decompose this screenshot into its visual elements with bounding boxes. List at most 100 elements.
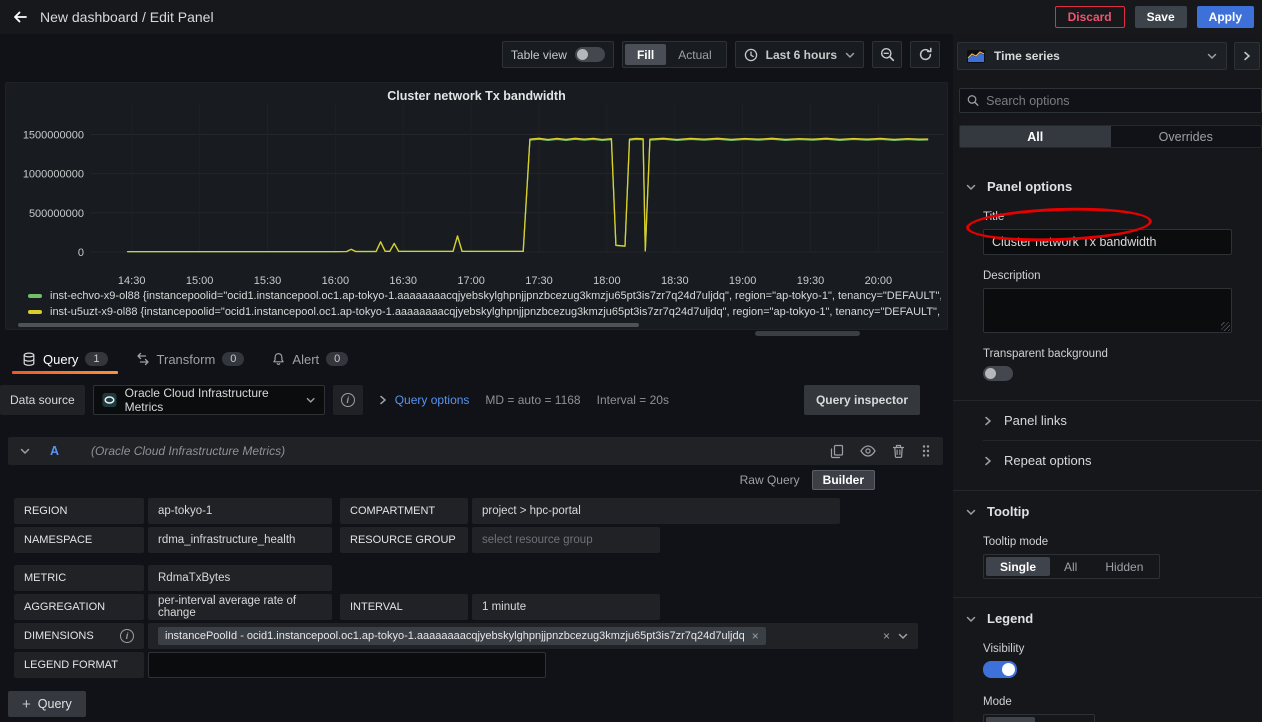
metric-select[interactable]: RdmaTxBytes bbox=[148, 565, 332, 591]
legend-visibility-toggle[interactable] bbox=[983, 661, 1017, 678]
query-header-row[interactable]: A (Oracle Cloud Infrastructure Metrics) bbox=[8, 437, 943, 465]
svg-text:0: 0 bbox=[78, 247, 84, 259]
interval-select[interactable]: 1 minute bbox=[472, 594, 660, 620]
visualization-picker[interactable]: Time series bbox=[957, 42, 1227, 70]
panel-links-row[interactable]: Panel links bbox=[953, 401, 1262, 440]
tab-all-options[interactable]: All bbox=[960, 126, 1111, 147]
chevron-down-icon[interactable] bbox=[20, 447, 30, 455]
transparent-background-toggle[interactable] bbox=[983, 366, 1013, 381]
discard-button[interactable]: Discard bbox=[1055, 6, 1125, 28]
interval-text: Interval = 20s bbox=[597, 393, 669, 407]
panel-description-textarea[interactable] bbox=[983, 288, 1232, 333]
form-row-aggregation: AGGREGATION per-interval average rate of… bbox=[14, 594, 943, 620]
add-query-button[interactable]: + Query bbox=[8, 691, 86, 717]
search-icon bbox=[967, 94, 979, 107]
svg-text:20:00: 20:00 bbox=[865, 275, 893, 287]
legend-header[interactable]: Legend bbox=[953, 598, 1262, 628]
tab-overrides[interactable]: Overrides bbox=[1111, 126, 1262, 147]
datasource-name: Oracle Cloud Infrastructure Metrics bbox=[125, 386, 299, 414]
dimensions-label: DIMENSIONS i bbox=[14, 623, 144, 649]
chevron-down-icon bbox=[966, 615, 976, 623]
horizontal-scrollbar[interactable] bbox=[755, 331, 860, 336]
tooltip-mode-hidden[interactable]: Hidden bbox=[1091, 557, 1157, 576]
save-button[interactable]: Save bbox=[1135, 6, 1187, 28]
tooltip-header[interactable]: Tooltip bbox=[953, 491, 1262, 521]
namespace-select[interactable]: rdma_infrastructure_health bbox=[148, 527, 332, 553]
legend-mode-table[interactable]: Table bbox=[1035, 717, 1092, 722]
drag-handle[interactable] bbox=[921, 444, 931, 458]
dimensions-select-controls: × bbox=[883, 629, 908, 643]
panel-links-label: Panel links bbox=[1004, 413, 1067, 428]
tab-alert-label: Alert bbox=[292, 352, 319, 367]
svg-text:17:00: 17:00 bbox=[457, 275, 485, 287]
chevron-down-icon[interactable] bbox=[898, 632, 908, 640]
chevron-down-icon bbox=[845, 51, 855, 59]
options-search-input[interactable] bbox=[986, 94, 1254, 108]
datasource-help-button[interactable]: i bbox=[333, 385, 363, 415]
tooltip-mode-single[interactable]: Single bbox=[986, 557, 1050, 576]
page-title: New dashboard / Edit Panel bbox=[40, 9, 214, 25]
tooltip-header-label: Tooltip bbox=[987, 504, 1029, 519]
hide-query-button[interactable] bbox=[860, 445, 876, 457]
dimensions-label-text: DIMENSIONS bbox=[24, 630, 94, 642]
form-row-dimensions: DIMENSIONS i instancePoolId - ocid1.inst… bbox=[14, 623, 943, 649]
svg-text:17:30: 17:30 bbox=[525, 275, 553, 287]
tab-transform-count: 0 bbox=[222, 352, 244, 366]
legend-mode-list[interactable]: List bbox=[986, 717, 1035, 722]
table-view-control: Table view bbox=[502, 41, 614, 68]
compartment-select[interactable]: project > hpc-portal bbox=[472, 498, 840, 524]
eye-icon bbox=[860, 445, 876, 457]
tooltip-mode-all[interactable]: All bbox=[1050, 557, 1091, 576]
chevron-right-icon bbox=[984, 456, 992, 466]
refresh-button[interactable] bbox=[910, 41, 940, 68]
raw-query-button[interactable]: Raw Query bbox=[734, 471, 806, 489]
table-view-toggle[interactable] bbox=[575, 47, 605, 62]
fill-button[interactable]: Fill bbox=[625, 44, 666, 65]
svg-text:16:00: 16:00 bbox=[322, 275, 350, 287]
query-options-toggle[interactable]: Query options bbox=[395, 393, 470, 407]
time-range-picker[interactable]: Last 6 hours bbox=[735, 41, 864, 68]
remove-query-button[interactable] bbox=[892, 444, 905, 458]
form-row-namespace: NAMESPACE rdma_infrastructure_health RES… bbox=[14, 527, 943, 553]
namespace-label: NAMESPACE bbox=[14, 527, 144, 553]
datasource-picker[interactable]: Oracle Cloud Infrastructure Metrics bbox=[93, 385, 325, 415]
remove-dimension-icon[interactable]: × bbox=[752, 629, 759, 643]
copy-icon bbox=[830, 444, 844, 459]
tab-transform[interactable]: Transform 0 bbox=[122, 344, 259, 374]
panel-toolbar: Table view Fill Actual Last 6 hours bbox=[502, 41, 940, 68]
legend-item[interactable]: inst-echvo-x9-ol88 {instancepoolid="ocid… bbox=[28, 288, 941, 304]
region-select[interactable]: ap-tokyo-1 bbox=[148, 498, 332, 524]
tab-query[interactable]: Query 1 bbox=[8, 344, 122, 374]
dimensions-select[interactable]: instancePoolId - ocid1.instancepool.oc1.… bbox=[148, 623, 918, 649]
clear-dimensions-icon[interactable]: × bbox=[883, 629, 890, 643]
legend-scrollbar[interactable] bbox=[18, 323, 639, 327]
svg-text:19:30: 19:30 bbox=[797, 275, 825, 287]
zoom-out-button[interactable] bbox=[872, 41, 902, 68]
query-inspector-button[interactable]: Query inspector bbox=[804, 385, 920, 415]
legend-format-input[interactable] bbox=[148, 652, 546, 678]
chevron-right-icon bbox=[984, 416, 992, 426]
repeat-options-row[interactable]: Repeat options bbox=[953, 441, 1262, 480]
editor-tabs: Query 1 Transform 0 Alert 0 bbox=[0, 344, 950, 374]
actual-button[interactable]: Actual bbox=[666, 44, 723, 65]
builder-button[interactable]: Builder bbox=[812, 470, 875, 490]
resize-handle[interactable] bbox=[1221, 322, 1230, 331]
tab-alert[interactable]: Alert 0 bbox=[258, 344, 362, 374]
viz-picker-row: Time series bbox=[957, 42, 1260, 70]
panel-title-input[interactable] bbox=[983, 229, 1232, 255]
tab-alert-count: 0 bbox=[326, 352, 348, 366]
apply-button[interactable]: Apply bbox=[1197, 6, 1254, 28]
panel-options-header[interactable]: Panel options bbox=[953, 166, 1262, 196]
resource-group-select[interactable]: select resource group bbox=[472, 527, 660, 553]
legend-section: Legend Visibility Mode List Table Placem… bbox=[953, 598, 1262, 722]
legend-item[interactable]: inst-u5uzt-x9-ol88 {instancepoolid="ocid… bbox=[28, 304, 941, 320]
chevron-right-icon[interactable] bbox=[379, 395, 387, 405]
aggregation-select[interactable]: per-interval average rate of change bbox=[148, 594, 332, 620]
collapse-options-button[interactable] bbox=[1234, 42, 1260, 70]
options-filter-tabs: All Overrides bbox=[959, 125, 1262, 148]
add-query-label: Query bbox=[38, 697, 72, 711]
duplicate-query-button[interactable] bbox=[830, 444, 844, 459]
table-view-label: Table view bbox=[511, 48, 567, 62]
back-button[interactable] bbox=[0, 0, 40, 34]
options-sidebar: Time series All Overrides Panel options … bbox=[953, 34, 1262, 722]
